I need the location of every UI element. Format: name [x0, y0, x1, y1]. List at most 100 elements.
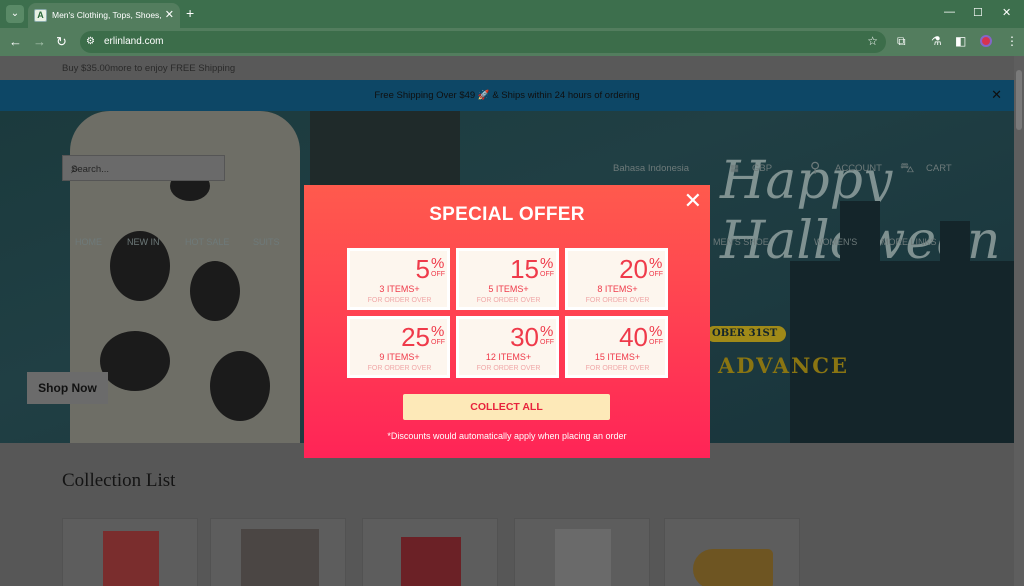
product-image — [103, 531, 159, 586]
coupon-value: 40 — [619, 322, 648, 352]
cart-icon[interactable]: ⛍ — [900, 159, 914, 178]
collection-card[interactable] — [362, 518, 498, 586]
currency-selector[interactable]: GBP — [752, 163, 772, 174]
nav-mens-shoe[interactable]: MEN'S SHOE — [713, 237, 769, 247]
coupon-off: OFF — [649, 271, 663, 278]
announcement-close-icon[interactable]: ✕ — [991, 87, 1002, 103]
announcement-text: Free Shipping Over $49 🚀 & Ships within … — [374, 90, 640, 101]
announcement-bar: Free Shipping Over $49 🚀 & Ships within … — [0, 80, 1014, 111]
product-image — [693, 549, 773, 586]
site-favicon-icon: A — [34, 9, 47, 22]
coupon-value: 30 — [510, 322, 539, 352]
extensions-icon[interactable]: ⧉ — [897, 34, 906, 49]
coupon-percent: % — [540, 323, 554, 340]
castle-tower — [940, 221, 970, 281]
account-icon[interactable]: ⚲ — [810, 159, 820, 176]
date-badge: OBER 31ST — [706, 326, 786, 342]
browser-tab-bar: ⌄ A Men's Clothing, Tops, Shoes, A ✕ + —… — [0, 0, 1024, 28]
back-icon[interactable]: ← — [9, 34, 22, 49]
product-image — [241, 529, 319, 586]
coupon-card[interactable]: 20 % OFF 8 ITEMS+ FOR ORDER OVER — [565, 248, 668, 310]
coupon-off: OFF — [649, 339, 663, 346]
coupon-card[interactable]: 30 % OFF 12 ITEMS+ FOR ORDER OVER — [456, 316, 559, 378]
product-image — [401, 537, 461, 586]
browser-tab[interactable]: A Men's Clothing, Tops, Shoes, A ✕ — [28, 3, 180, 28]
coupon-value: 15 — [510, 254, 539, 284]
page-scrollbar[interactable] — [1014, 56, 1024, 586]
profile-avatar[interactable] — [980, 35, 992, 47]
coupon-card[interactable]: 5 % OFF 3 ITEMS+ FOR ORDER OVER — [347, 248, 450, 310]
collection-card[interactable] — [210, 518, 346, 586]
address-bar[interactable]: ⚙ erlinland.com ☆ — [80, 31, 886, 53]
coupon-for-order: FOR ORDER OVER — [476, 365, 541, 372]
coupon-for-order: FOR ORDER OVER — [367, 365, 432, 372]
forward-icon[interactable]: → — [33, 34, 46, 49]
product-image — [555, 529, 611, 586]
collection-title: Collection List — [62, 470, 176, 491]
tab-title: Men's Clothing, Tops, Shoes, A — [52, 10, 162, 20]
lab-flask-icon[interactable]: ⚗ — [931, 34, 942, 48]
nav-hot-sale[interactable]: HOT SALE — [185, 237, 229, 247]
coupon-percent: % — [649, 255, 663, 272]
coupon-card[interactable]: 25 % OFF 9 ITEMS+ FOR ORDER OVER — [347, 316, 450, 378]
castle-silhouette — [790, 261, 1014, 443]
tab-close-icon[interactable]: ✕ — [165, 8, 174, 21]
bookmark-star-icon[interactable]: ☆ — [867, 34, 878, 48]
coupon-for-order: FOR ORDER OVER — [585, 297, 650, 304]
nav-womens[interactable]: WOMEN'S — [814, 237, 857, 247]
url-text: erlinland.com — [104, 36, 164, 47]
coupon-off: OFF — [540, 271, 554, 278]
account-link[interactable]: ACCOUNT — [835, 163, 882, 174]
special-offer-modal: ✕ SPECIAL OFFER 5 % OFF 3 ITEMS+ FOR ORD… — [304, 185, 710, 458]
search-icon[interactable]: ⌕ — [71, 160, 216, 177]
advance-text: ADVANCE — [718, 353, 850, 378]
new-tab-icon[interactable]: + — [186, 5, 194, 21]
window-close-icon[interactable]: ✕ — [1002, 6, 1011, 19]
nav-more-links[interactable]: MORE LINKS — [881, 237, 937, 247]
flag-uk-icon: ▦ — [730, 163, 739, 174]
nav-suits[interactable]: SUITS — [253, 237, 280, 247]
coupon-items: 12 ITEMS+ — [485, 352, 532, 362]
coupon-card[interactable]: 40 % OFF 15 ITEMS+ FOR ORDER OVER — [565, 316, 668, 378]
collection-card[interactable] — [514, 518, 650, 586]
coupon-off: OFF — [431, 339, 445, 346]
coupon-percent: % — [431, 323, 445, 340]
maximize-icon[interactable]: ☐ — [973, 6, 983, 19]
collection-section: Collection List — [0, 443, 1014, 586]
coupon-for-order: FOR ORDER OVER — [585, 365, 650, 372]
more-menu-icon[interactable]: ⋮ — [1006, 34, 1018, 48]
collection-card[interactable] — [664, 518, 800, 586]
minimize-icon[interactable]: — — [944, 6, 955, 18]
coupon-items: 5 ITEMS+ — [488, 284, 529, 294]
collect-all-button[interactable]: COLLECT ALL — [403, 394, 610, 420]
collection-card[interactable] — [62, 518, 198, 586]
coupon-off: OFF — [431, 271, 445, 278]
coupon-percent: % — [540, 255, 554, 272]
coupon-items: 9 ITEMS+ — [379, 352, 420, 362]
discount-note: *Discounts would automatically apply whe… — [387, 431, 627, 441]
coupon-items: 8 ITEMS+ — [597, 284, 638, 294]
browser-toolbar: ← → ↻ ⚙ erlinland.com ☆ ⧉ ⚗ ◧ ⋮ — [0, 28, 1024, 56]
language-selector[interactable]: Bahasa Indonesia — [613, 163, 689, 174]
tab-search-icon[interactable]: ⌄ — [6, 5, 24, 23]
nav-home[interactable]: HOME — [75, 237, 102, 247]
coupon-value: 25 — [401, 322, 430, 352]
coupon-for-order: FOR ORDER OVER — [476, 297, 541, 304]
coupon-value: 20 — [619, 254, 648, 284]
coupon-off: OFF — [540, 339, 554, 346]
shop-now-button[interactable]: Shop Now — [27, 372, 108, 404]
coupon-card[interactable]: 15 % OFF 5 ITEMS+ FOR ORDER OVER — [456, 248, 559, 310]
search-input[interactable]: Search... ⌕ — [62, 155, 225, 181]
cart-link[interactable]: CART — [926, 163, 952, 174]
coupon-items: 15 ITEMS+ — [594, 352, 641, 362]
coupon-percent: % — [431, 255, 445, 272]
free-shipping-bar: Buy $35.00more to enjoy FREE Shipping — [0, 56, 1014, 80]
side-panel-icon[interactable]: ◧ — [955, 34, 966, 48]
coupon-percent: % — [649, 323, 663, 340]
nav-new-in[interactable]: NEW IN — [127, 237, 160, 247]
coupon-items: 3 ITEMS+ — [379, 284, 420, 294]
scroll-thumb[interactable] — [1016, 70, 1022, 130]
site-info-icon[interactable]: ⚙ — [86, 36, 98, 48]
reload-icon[interactable]: ↻ — [56, 34, 67, 50]
modal-title: SPECIAL OFFER — [429, 204, 585, 225]
